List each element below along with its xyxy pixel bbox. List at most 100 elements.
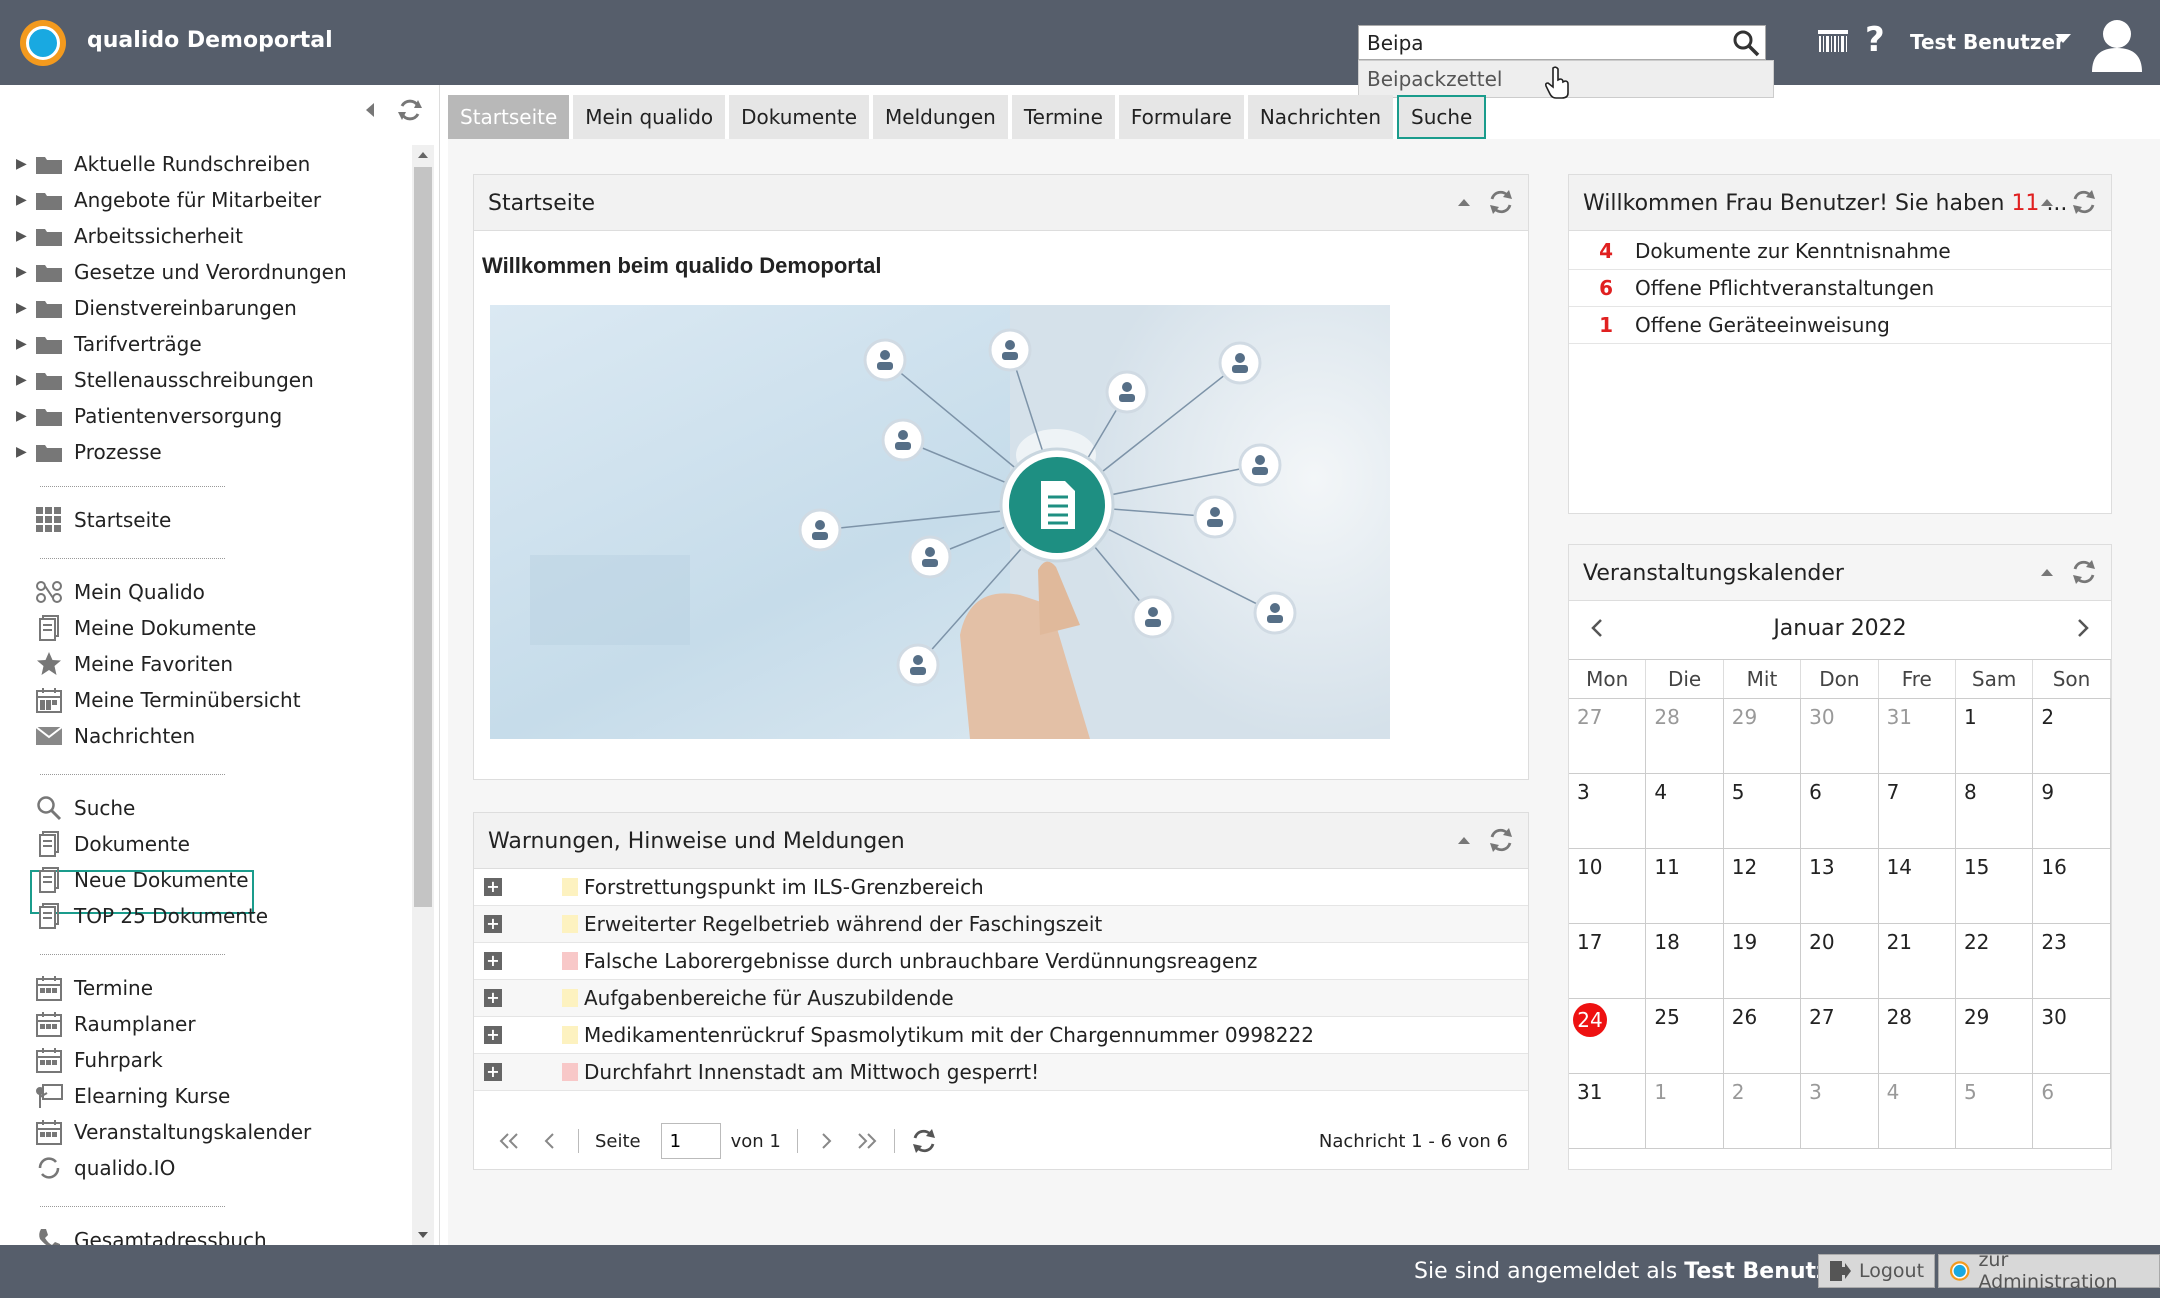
sidebar-item-meine-favoriten[interactable]: Meine Favoriten (0, 647, 233, 681)
warning-row[interactable]: + Medikamentenrückruf Spasmolytikum mit d… (474, 1017, 1528, 1054)
refresh-icon[interactable] (911, 1128, 937, 1154)
tab-suche[interactable]: Suche (1397, 95, 1487, 139)
sidebar-item-termine[interactable]: Termine (0, 971, 153, 1005)
calendar-day[interactable]: 15 (1955, 849, 2034, 924)
refresh-icon[interactable] (1488, 827, 1514, 853)
calendar-day[interactable]: 25 (1646, 999, 1724, 1074)
sidebar-folder[interactable]: ▶ Prozesse (0, 435, 162, 469)
calendar-day[interactable]: 5 (1955, 1074, 2034, 1149)
calendar-day[interactable]: 23 (2033, 924, 2111, 999)
calendar-day[interactable]: 28 (1878, 999, 1956, 1074)
calendar-day[interactable]: 3 (1569, 774, 1647, 849)
calendar-day[interactable]: 13 (1801, 849, 1879, 924)
warning-row[interactable]: + Forstrettungspunkt im ILS-Grenzbereich (474, 869, 1528, 906)
next-page-icon[interactable] (820, 1131, 834, 1151)
calendar-day[interactable]: 1 (1646, 1074, 1724, 1149)
barcode-icon[interactable] (1818, 30, 1848, 54)
sidebar-item-qualido-io[interactable]: qualido.IO (0, 1151, 175, 1185)
calendar-day[interactable]: 6 (2033, 1074, 2111, 1149)
tab-dokumente[interactable]: Dokumente (729, 95, 870, 139)
user-name[interactable]: Test Benutzer (1910, 30, 2065, 54)
collapse-up-icon[interactable] (2039, 566, 2055, 578)
calendar-day[interactable]: 9 (2033, 774, 2111, 849)
warning-row[interactable]: + Durchfahrt Innenstadt am Mittwoch gespe… (474, 1054, 1528, 1091)
calendar-day[interactable]: 30 (1801, 699, 1879, 774)
sidebar-item-mein-qualido[interactable]: Mein Qualido (0, 575, 205, 609)
calendar-day[interactable]: 26 (1723, 999, 1802, 1074)
calendar-day[interactable]: 28 (1646, 699, 1724, 774)
tab-startseite[interactable]: Startseite (448, 95, 570, 139)
calendar-day[interactable]: 5 (1723, 774, 1802, 849)
tab-mein-qualido[interactable]: Mein qualido (573, 95, 726, 139)
tab-termine[interactable]: Termine (1011, 95, 1115, 139)
collapse-up-icon[interactable] (2039, 196, 2055, 208)
calendar-day[interactable]: 27 (1801, 999, 1879, 1074)
collapse-up-icon[interactable] (1456, 834, 1472, 846)
calendar-day[interactable]: 6 (1801, 774, 1879, 849)
calendar-day[interactable]: 8 (1955, 774, 2034, 849)
calendar-day[interactable]: 2 (2033, 699, 2111, 774)
calendar-day[interactable]: 11 (1646, 849, 1724, 924)
sidebar-folder[interactable]: ▶ Stellenausschreibungen (0, 363, 314, 397)
admin-button[interactable]: zur Administration (1938, 1249, 2160, 1293)
calendar-day[interactable]: 3 (1801, 1074, 1879, 1149)
calendar-day[interactable]: 21 (1878, 924, 1956, 999)
sidebar-folder[interactable]: ▶ Angebote für Mitarbeiter (0, 183, 321, 217)
expand-icon[interactable]: + (484, 878, 502, 896)
sidebar-item-termin-uebersicht[interactable]: Meine Terminübersicht (0, 683, 301, 717)
collapse-up-icon[interactable] (1456, 196, 1472, 208)
sidebar-item-dokumente[interactable]: Dokumente (0, 827, 190, 861)
sidebar-folder[interactable]: ▶ Gesetze und Verordnungen (0, 255, 347, 289)
refresh-icon[interactable] (2071, 189, 2097, 215)
logout-button[interactable]: Logout (1818, 1254, 1936, 1288)
sidebar-item-fuhrpark[interactable]: Fuhrpark (0, 1043, 163, 1077)
expand-icon[interactable]: + (484, 1026, 502, 1044)
help-icon[interactable]: ? (1865, 20, 1885, 60)
page-number-input[interactable] (660, 1123, 721, 1159)
sidebar-folder[interactable]: ▶ Arbeitssicherheit (0, 219, 243, 253)
sidebar-item-neue-dokumente[interactable]: Neue Dokumente (0, 863, 249, 897)
calendar-day[interactable]: 24 (1569, 999, 1647, 1074)
tab-meldungen[interactable]: Meldungen (873, 95, 1008, 139)
sidebar-scrollbar[interactable] (412, 145, 434, 1245)
sidebar-folder[interactable]: ▶ Patientenversorgung (0, 399, 282, 433)
calendar-day[interactable]: 1 (1955, 699, 2034, 774)
sidebar-item-suche[interactable]: Suche (0, 791, 135, 825)
calendar-day[interactable]: 14 (1878, 849, 1956, 924)
qualido-logo[interactable] (20, 20, 66, 66)
prev-month-icon[interactable] (1589, 617, 1605, 639)
expand-icon[interactable]: + (484, 952, 502, 970)
calendar-day[interactable]: 2 (1723, 1074, 1802, 1149)
search-input[interactable] (1359, 26, 1719, 59)
calendar-day[interactable]: 16 (2033, 849, 2111, 924)
calendar-day[interactable]: 30 (2033, 999, 2111, 1074)
calendar-day[interactable]: 29 (1955, 999, 2034, 1074)
summary-row[interactable]: 4 Dokumente zur Kenntnisnahme (1569, 233, 2111, 270)
search-icon[interactable] (1731, 28, 1761, 58)
warning-row[interactable]: + Falsche Laborergebnisse durch unbrauchb… (474, 943, 1528, 980)
expand-icon[interactable]: + (484, 1063, 502, 1081)
calendar-day[interactable]: 19 (1723, 924, 1802, 999)
calendar-day[interactable]: 12 (1723, 849, 1802, 924)
warning-row[interactable]: + Erweiterter Regelbetrieb während der Fa… (474, 906, 1528, 943)
sidebar-folder[interactable]: ▶ Aktuelle Rundschreiben (0, 147, 310, 181)
warning-row[interactable]: + Aufgabenbereiche für Auszubildende (474, 980, 1528, 1017)
refresh-icon[interactable] (2071, 559, 2097, 585)
chevron-down-icon[interactable] (2055, 32, 2071, 44)
calendar-day[interactable]: 4 (1646, 774, 1724, 849)
calendar-day[interactable]: 4 (1878, 1074, 1956, 1149)
scroll-thumb[interactable] (414, 167, 432, 907)
sidebar-item-startseite[interactable]: Startseite (0, 503, 171, 537)
calendar-day[interactable]: 7 (1878, 774, 1956, 849)
tab-nachrichten[interactable]: Nachrichten (1247, 95, 1394, 139)
sidebar-item-nachrichten[interactable]: Nachrichten (0, 719, 195, 753)
refresh-icon[interactable] (1488, 189, 1514, 215)
expand-icon[interactable]: + (484, 989, 502, 1007)
sidebar-item-raumplaner[interactable]: Raumplaner (0, 1007, 196, 1041)
summary-row[interactable]: 6 Offene Pflichtveranstaltungen (1569, 270, 2111, 307)
sidebar-item-elearning[interactable]: Elearning Kurse (0, 1079, 230, 1113)
sidebar-item-meine-dokumente[interactable]: Meine Dokumente (0, 611, 256, 645)
sidebar-folder[interactable]: ▶ Tarifverträge (0, 327, 202, 361)
first-page-icon[interactable] (498, 1131, 520, 1151)
calendar-day[interactable]: 22 (1955, 924, 2034, 999)
